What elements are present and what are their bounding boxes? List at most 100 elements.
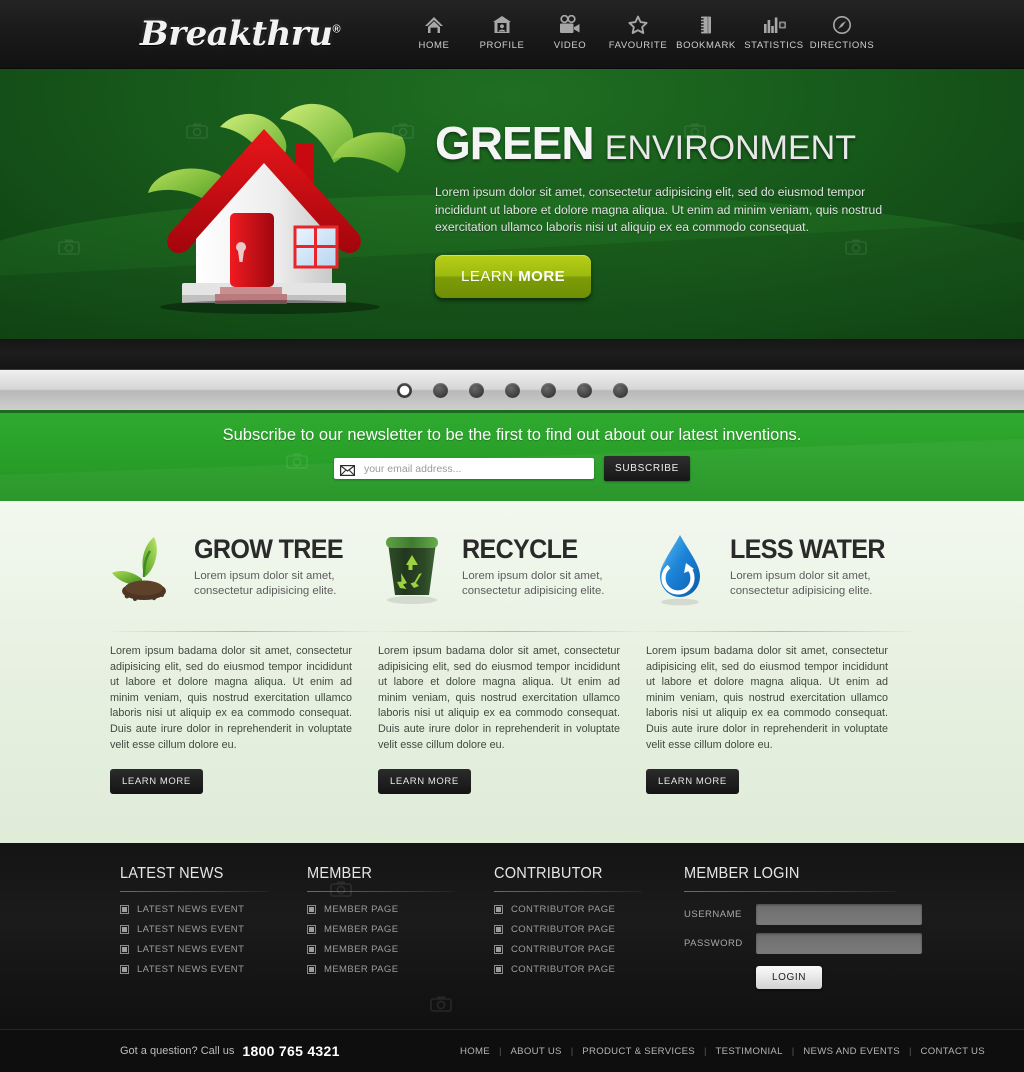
site-footer: LATEST NEWS LATEST NEWS EVENT LATEST NEW… <box>0 843 1024 1029</box>
footer-item-label: LATEST NEWS EVENT <box>137 944 245 955</box>
footer-item-label: CONTRIBUTOR PAGE <box>511 964 616 975</box>
green-house-with-leaves-illustration <box>120 75 420 325</box>
username-row: USERNAME <box>684 904 924 925</box>
bottom-link-contact-us[interactable]: CONTACT US <box>912 1046 994 1057</box>
slider-dot-6[interactable] <box>576 382 592 398</box>
footer-list-item[interactable]: MEMBER PAGE <box>307 904 494 915</box>
footer-item-label: MEMBER PAGE <box>324 944 399 955</box>
feature-body: Lorem ipsum badama dolor sit amet, conse… <box>646 645 888 751</box>
nav-item-bookmark[interactable]: BOOKMARK <box>672 11 740 51</box>
hero-title-strong: GREEN <box>435 117 595 169</box>
footer-item-label: LATEST NEWS EVENT <box>137 964 245 975</box>
nav-item-directions[interactable]: DIRECTIONS <box>808 11 876 51</box>
square-bullet-icon <box>120 905 129 914</box>
bottom-link-testimonial[interactable]: TESTIMONIAL <box>707 1046 792 1057</box>
slider-dot-7[interactable] <box>612 382 628 398</box>
subscribe-button[interactable]: SUBSCRIBE <box>603 456 691 481</box>
feature-subtitle: Lorem ipsum dolor sit amet, consectetur … <box>194 570 337 597</box>
nav-item-video[interactable]: VIDEO <box>536 11 604 51</box>
footer-list-item[interactable]: CONTRIBUTOR PAGE <box>494 944 684 955</box>
phone-number: 1800 765 4321 <box>242 1043 340 1059</box>
nav-label: BOOKMARK <box>676 40 736 51</box>
column-divider <box>110 631 378 632</box>
slider-dot-3[interactable] <box>468 382 484 398</box>
footer-column-member-login: MEMBER LOGIN USERNAME PASSWORD LOGIN <box>684 865 924 989</box>
footer-list-item[interactable]: CONTRIBUTOR PAGE <box>494 924 684 935</box>
bottom-link-home[interactable]: HOME <box>451 1046 499 1057</box>
newsletter-email-input[interactable] <box>361 461 588 476</box>
site-logo[interactable]: Breakthru® <box>140 14 341 54</box>
nav-item-statistics[interactable]: STATISTICS <box>740 11 808 51</box>
footer-list-item[interactable]: MEMBER PAGE <box>307 964 494 975</box>
username-input[interactable] <box>756 904 922 925</box>
nav-label: VIDEO <box>553 40 587 51</box>
footer-item-label: LATEST NEWS EVENT <box>137 904 245 915</box>
footer-column-member: MEMBER MEMBER PAGE MEMBER PAGE MEMBER PA… <box>307 865 494 989</box>
footer-item-label: CONTRIBUTOR PAGE <box>511 944 616 955</box>
bottom-links: HOME | ABOUT US | PRODUCT & SERVICES | T… <box>451 1046 994 1057</box>
bottom-link-product-services[interactable]: PRODUCT & SERVICES <box>573 1046 704 1057</box>
logo-trademark: ® <box>332 23 341 36</box>
feature-learn-more-button[interactable]: LEARN MORE <box>646 769 739 795</box>
hero-bottom-strip <box>0 339 1024 369</box>
square-bullet-icon <box>494 905 503 914</box>
feature-title: RECYCLE <box>462 534 578 564</box>
video-camera-icon <box>558 11 582 35</box>
hero-learn-more-button[interactable]: LEARN MORE <box>435 254 592 298</box>
square-bullet-icon <box>307 945 316 954</box>
hero-cta-light: LEARN <box>461 267 519 285</box>
nav-label: FAVOURITE <box>608 40 668 51</box>
nav-label: HOME <box>418 40 450 51</box>
profile-icon <box>491 11 513 35</box>
hero-text-block: GREEN ENVIRONMENT Lorem ipsum dolor sit … <box>435 120 905 298</box>
password-input[interactable] <box>756 933 922 954</box>
bottom-link-about-us[interactable]: ABOUT US <box>501 1046 570 1057</box>
login-button[interactable]: LOGIN <box>756 966 823 989</box>
nav-item-home[interactable]: HOME <box>400 11 468 51</box>
bar-chart-icon <box>761 11 787 35</box>
footer-rule <box>494 891 642 892</box>
footer-column-title: MEMBER <box>307 865 373 882</box>
footer-item-label: MEMBER PAGE <box>324 904 399 915</box>
bottom-link-news-and-events[interactable]: NEWS AND EVENTS <box>794 1046 909 1057</box>
newsletter-form: SUBSCRIBE <box>333 456 691 481</box>
column-divider <box>378 631 646 632</box>
nav-item-profile[interactable]: PROFILE <box>468 11 536 51</box>
slider-dot-2[interactable] <box>432 382 448 398</box>
bookmark-icon <box>695 11 717 35</box>
square-bullet-icon <box>120 925 129 934</box>
feature-title: LESS WATER <box>730 534 886 564</box>
feature-body: Lorem ipsum badama dolor sit amet, conse… <box>110 645 352 751</box>
square-bullet-icon <box>494 925 503 934</box>
footer-list-item[interactable]: LATEST NEWS EVENT <box>120 964 307 975</box>
password-label: PASSWORD <box>684 938 743 949</box>
hero-description: Lorem ipsum dolor sit amet, consectetur … <box>435 185 883 234</box>
footer-rule <box>307 891 455 892</box>
footer-list-item[interactable]: MEMBER PAGE <box>307 924 494 935</box>
footer-list-item[interactable]: MEMBER PAGE <box>307 944 494 955</box>
square-bullet-icon <box>120 965 129 974</box>
slider-dot-1[interactable] <box>396 382 412 398</box>
footer-list-item[interactable]: CONTRIBUTOR PAGE <box>494 964 684 975</box>
feature-subtitle: Lorem ipsum dolor sit amet, consectetur … <box>462 570 605 597</box>
feature-learn-more-button[interactable]: LEARN MORE <box>110 769 203 795</box>
footer-list-item[interactable]: LATEST NEWS EVENT <box>120 944 307 955</box>
square-bullet-icon <box>494 945 503 954</box>
hero-title: GREEN ENVIRONMENT <box>435 120 905 170</box>
star-icon <box>627 11 649 35</box>
feature-column-less-water: LESS WATER Lorem ipsum dolor sit amet, c… <box>646 529 914 795</box>
footer-item-label: MEMBER PAGE <box>324 924 399 935</box>
main-navigation: HOME PROFILE VIDEO FAVOURITE BOOKMARK ST… <box>400 11 876 51</box>
nav-item-favourite[interactable]: FAVOURITE <box>604 11 672 51</box>
footer-list-item[interactable]: LATEST NEWS EVENT <box>120 924 307 935</box>
nav-label: STATISTICS <box>744 40 804 51</box>
footer-list-item[interactable]: LATEST NEWS EVENT <box>120 904 307 915</box>
slider-dot-5[interactable] <box>540 382 556 398</box>
feature-column-grow-tree: GROW TREE Lorem ipsum dolor sit amet, co… <box>110 529 378 795</box>
envelope-icon <box>339 463 355 477</box>
slider-dot-4[interactable] <box>504 382 520 398</box>
footer-column-title: LATEST NEWS <box>120 865 224 882</box>
footer-list-item[interactable]: CONTRIBUTOR PAGE <box>494 904 684 915</box>
feature-learn-more-button[interactable]: LEARN MORE <box>378 769 471 795</box>
newsletter-email-field[interactable] <box>333 458 594 479</box>
